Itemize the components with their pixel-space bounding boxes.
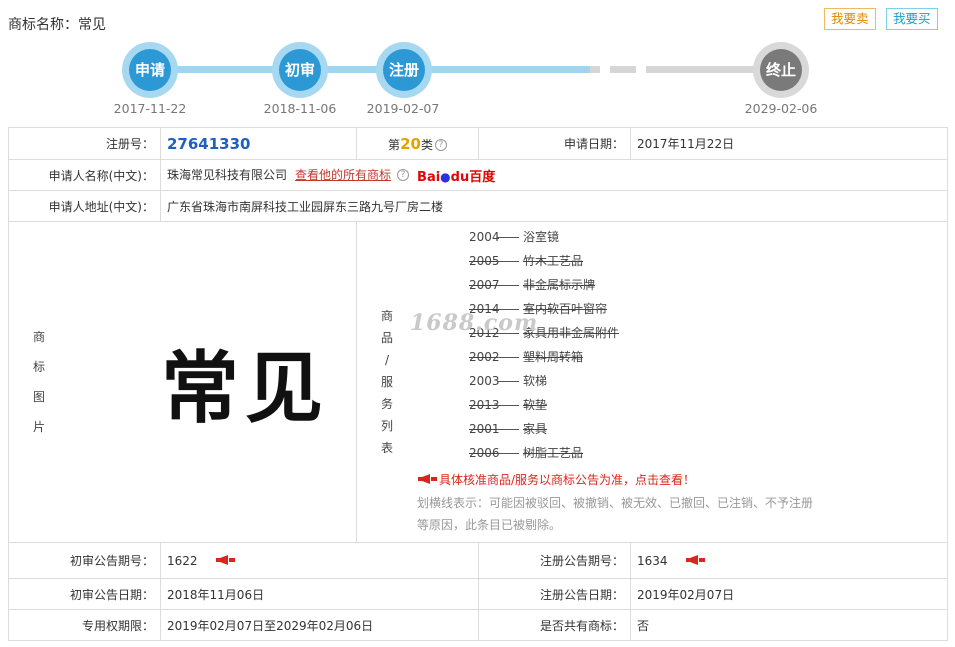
table-row: 专用权期限： 2019年02月07日至2029年02月06日 是否共有商标： 否: [8, 609, 948, 641]
page-title: 商标名称：常见: [8, 17, 106, 33]
prelim-date-value: 2018年11月06日: [160, 578, 479, 610]
timeline-step-prelim: 初审: [272, 42, 328, 98]
prelim-no-label: 初审公告期号：: [8, 542, 161, 579]
goods-notice-link[interactable]: 具体核准商品/服务以商标公告为准，点击查看！: [417, 471, 821, 488]
exclusive-value: 2019年02月07日至2029年02月06日: [160, 609, 479, 641]
timeline-progress-bar: [150, 66, 590, 73]
sell-button[interactable]: 我要卖: [824, 8, 876, 30]
applicant-label: 申请人名称(中文)：: [8, 159, 161, 191]
reg-pub-no-value: 1634: [637, 553, 668, 568]
exclusive-label: 专用权期限：: [8, 609, 161, 641]
apply-date-label: 申请日期：: [478, 127, 631, 160]
timeline-step-label: 初审: [279, 49, 321, 91]
timeline-step-date: 2018-11-06: [263, 101, 337, 116]
timeline-gap-segment: [610, 66, 636, 73]
list-item: 2002 塑料周转箱: [469, 350, 584, 364]
megaphone-icon[interactable]: [685, 554, 707, 566]
image-label: 商 标 图 片: [32, 330, 45, 434]
goods-list: 2004 浴室镜 2005 竹木工艺品 2007 非金属标示牌 2014 室内软百叶窗帘…: [469, 225, 821, 465]
class-cell: 第20类?: [356, 127, 479, 160]
paw-icon: ●: [440, 169, 451, 184]
applicant-cell: 珠海常见科技有限公司 查看他的所有商标? Bai●du百度: [160, 159, 948, 191]
class-prefix: 第: [388, 137, 401, 152]
class-number: 20: [400, 134, 421, 153]
reg-pub-date-label: 注册公告日期：: [478, 578, 631, 610]
list-item: 2006 树脂工艺品: [469, 446, 584, 460]
timeline-step-date: 2019-02-07: [366, 101, 440, 116]
timeline-step-label: 注册: [383, 49, 425, 91]
table-row: 初审公告期号： 1622 注册公告期号： 1634: [8, 542, 948, 579]
list-item: 2004 浴室镜: [469, 230, 560, 244]
timeline-step-label: 终止: [760, 49, 802, 91]
goods-label: 商 品 / 服 务 列 表: [380, 309, 393, 455]
list-item: 2001 家具: [469, 422, 548, 436]
timeline-step-expire: 终止: [753, 42, 809, 98]
timeline-step-date: 2017-11-22: [113, 101, 187, 116]
table-row: 初审公告日期： 2018年11月06日 注册公告日期： 2019年02月07日: [8, 578, 948, 610]
reg-pub-no-label: 注册公告期号：: [478, 542, 631, 579]
reg-pub-date-value: 2019年02月07日: [630, 578, 948, 610]
all-marks-link[interactable]: 查看他的所有商标: [295, 168, 391, 182]
timeline-step-apply: 申请: [122, 42, 178, 98]
reg-pub-no-cell: 1634: [630, 542, 948, 579]
timeline-gap-segment: [590, 66, 600, 73]
table-row: 申请人名称(中文)： 珠海常见科技有限公司 查看他的所有商标? Bai●du百度: [8, 159, 948, 191]
table-row: 注册号： 27641330 第20类? 申请日期： 2017年11月22日: [8, 127, 948, 160]
reg-no-label: 注册号：: [8, 127, 161, 160]
megaphone-icon: [418, 474, 437, 484]
list-item: 2007 非金属标示牌: [469, 278, 596, 292]
goods-cell: 商 品 / 服 务 列 表 2004 浴室镜 2005 竹木工艺品 2007 非金属标…: [356, 221, 948, 543]
trademark-image: 常见: [161, 343, 330, 434]
reg-no-cell: 27641330: [160, 127, 357, 160]
class-suffix: 类: [420, 137, 433, 152]
list-item: 2005 竹木工艺品: [469, 254, 584, 268]
prelim-date-label: 初审公告日期：: [8, 578, 161, 610]
apply-date-value: 2017年11月22日: [630, 127, 948, 160]
watermark: 1688.com: [410, 310, 539, 336]
address-label: 申请人地址(中文)：: [8, 190, 161, 222]
prelim-no-cell: 1622: [160, 542, 479, 579]
timeline-step-register: 注册: [376, 42, 432, 98]
strike-note: 划横线表示：可能因被驳回、被撤销、被无效、已撤回、已注销、不予注册等原因，此条目…: [417, 496, 814, 532]
buy-button[interactable]: 我要买: [886, 8, 938, 30]
image-cell: 商 标 图 片 常见: [8, 221, 357, 543]
table-row: 申请人地址(中文)： 广东省珠海市南屏科技工业园屏东三路九号厂房二楼: [8, 190, 948, 222]
shared-label: 是否共有商标：: [478, 609, 631, 641]
status-timeline: 申请 2017-11-22 初审 2018-11-06 注册 2019-02-0…: [0, 40, 955, 120]
prelim-no-value: 1622: [167, 553, 198, 568]
table-row: 商 标 图 片 常见 商 品 / 服 务 列 表 2004 浴室镜 2005 竹…: [8, 221, 948, 543]
trademark-info-table: 注册号： 27641330 第20类? 申请日期： 2017年11月22日 申请…: [8, 127, 948, 641]
help-icon[interactable]: ?: [434, 138, 447, 151]
reg-no-value: 27641330: [167, 134, 251, 153]
shared-value: 否: [630, 609, 948, 641]
megaphone-icon[interactable]: [215, 554, 237, 566]
list-item: 2003 软梯: [469, 374, 548, 388]
baidu-logo[interactable]: Bai●du百度: [417, 166, 495, 185]
timeline-step-label: 申请: [129, 49, 171, 91]
address-value: 广东省珠海市南屏科技工业园屏东三路九号厂房二楼: [160, 190, 948, 222]
list-item: 2013 软垫: [469, 398, 548, 412]
applicant-name: 珠海常见科技有限公司: [167, 167, 288, 182]
timeline-step-date: 2029-02-06: [744, 101, 818, 116]
help-icon[interactable]: ?: [397, 168, 410, 181]
